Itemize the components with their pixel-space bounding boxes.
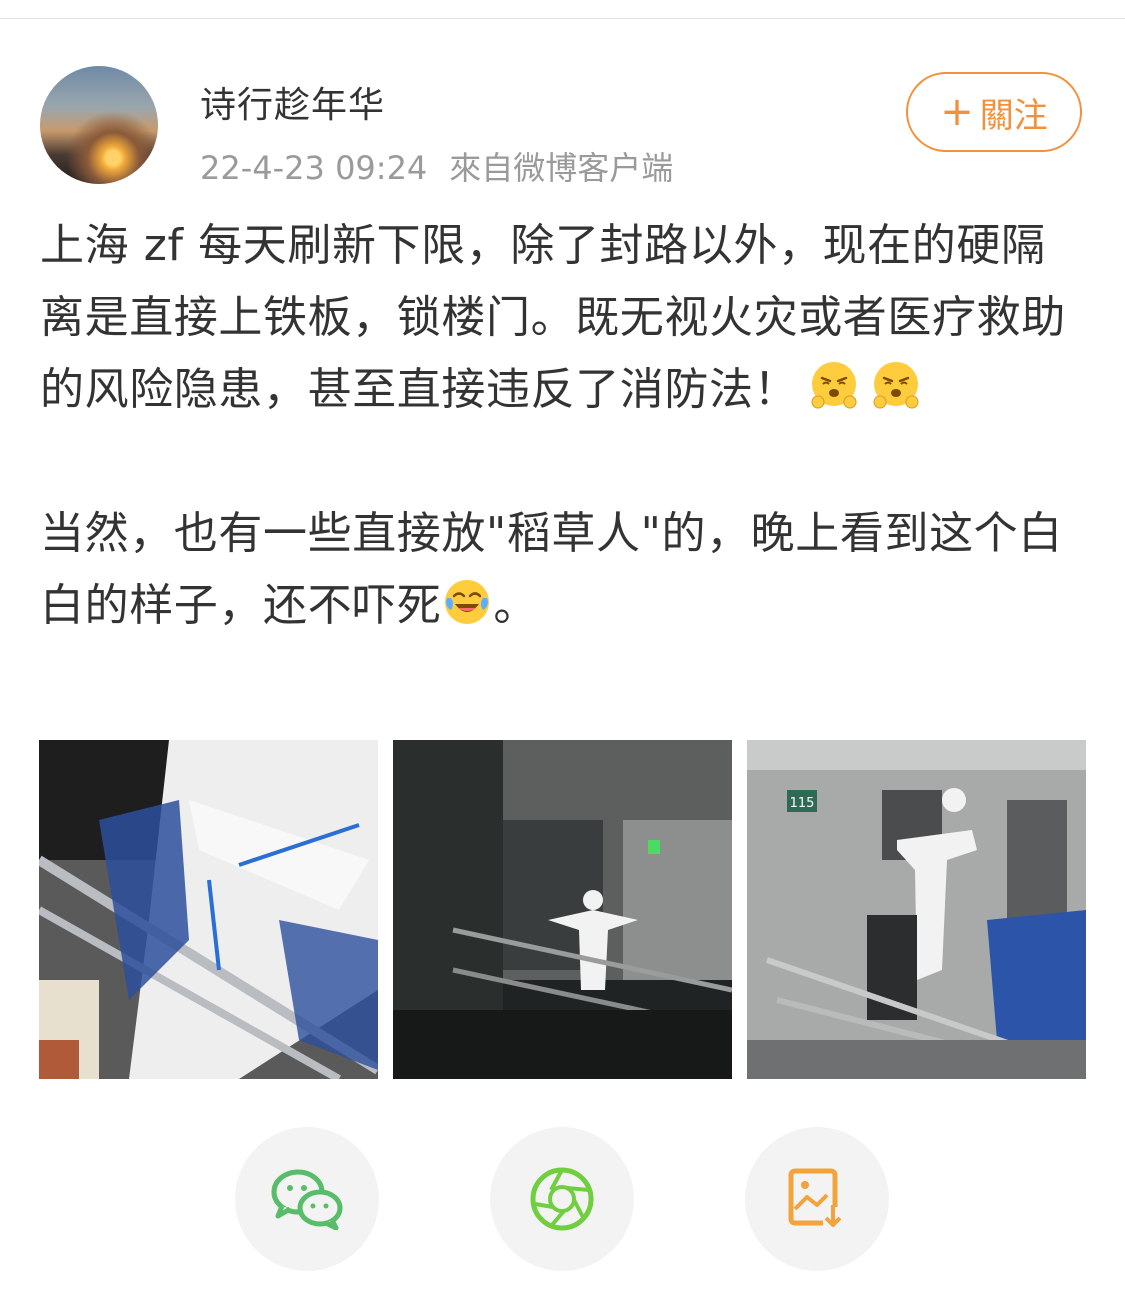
post-source: 來自微博客户端 [449, 149, 674, 187]
house-number-plate: 115 [790, 796, 815, 811]
laughing-crying-icon [445, 580, 490, 624]
share-moments-button[interactable] [490, 1127, 634, 1271]
photo-2-scene [393, 740, 732, 1079]
moments-icon [530, 1167, 594, 1231]
avatar[interactable] [40, 66, 158, 184]
photo-3-scene: 115 [747, 740, 1086, 1079]
photo-grid: 115 [39, 740, 1086, 1079]
plus-icon: + [940, 89, 974, 135]
angry-face-icon [873, 362, 919, 409]
post-text: 上海 zf 每天刷新下限，除了封路以外，现在的硬隔离是直接上铁板，锁楼门。既无视… [40, 210, 1085, 642]
post-timestamp: 22-4-23 09:24 [200, 149, 428, 187]
angry-face-icon [811, 362, 857, 409]
wechat-icon [271, 1169, 343, 1230]
share-wechat-button[interactable] [235, 1127, 379, 1271]
username[interactable]: 诗行趁年华 [200, 76, 385, 128]
follow-button[interactable]: + 關注 [906, 72, 1082, 152]
photo-1-scene [39, 740, 378, 1079]
top-divider [0, 18, 1125, 19]
photo-hazmat-figure-night[interactable] [393, 740, 732, 1079]
photo-hazmat-figure-railing[interactable] [39, 740, 378, 1079]
post-meta: 22-4-23 09:24 來自微博客户端 [200, 143, 673, 189]
post-paragraph-2: 当然，也有一些直接放"稻草人"的，晚上看到这个白白的样子，还不吓死 [40, 508, 1063, 631]
save-image-icon [788, 1168, 843, 1229]
save-image-button[interactable] [745, 1127, 889, 1271]
share-actions [0, 1127, 1125, 1271]
photo-hazmat-figure-building-115[interactable]: 115 [747, 740, 1086, 1079]
follow-label: 關注 [979, 95, 1048, 136]
post-paragraph-2-end: 。 [493, 580, 539, 631]
